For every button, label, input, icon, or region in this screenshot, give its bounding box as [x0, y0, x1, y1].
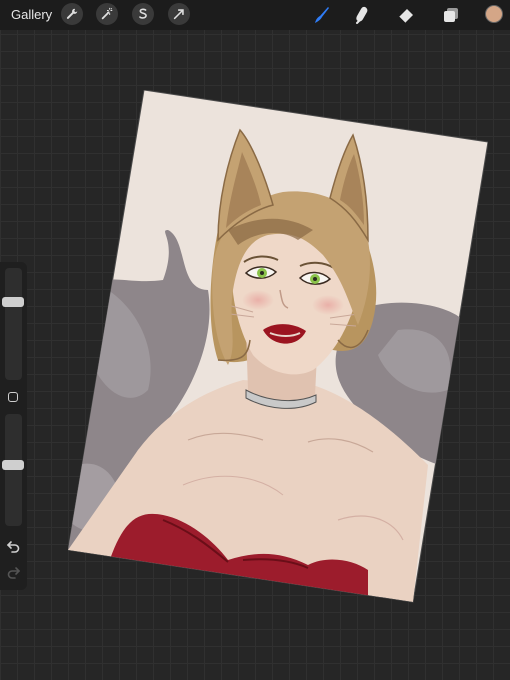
- undo-icon[interactable]: [6, 538, 21, 553]
- top-toolbar: Gallery: [0, 0, 510, 30]
- left-sidebar: [0, 262, 27, 590]
- layers-icon[interactable]: [439, 3, 463, 27]
- gallery-button[interactable]: Gallery: [11, 7, 52, 22]
- brush-size-slider[interactable]: [2, 268, 24, 380]
- redo-icon[interactable]: [6, 564, 21, 579]
- wrench-icon[interactable]: [61, 3, 83, 25]
- smudge-icon[interactable]: [351, 3, 375, 27]
- brush-size-thumb[interactable]: [2, 296, 24, 307]
- transform-arrow-icon[interactable]: [168, 3, 190, 25]
- color-swatch[interactable]: [485, 5, 503, 23]
- brush-icon[interactable]: [309, 3, 333, 27]
- opacity-thumb[interactable]: [2, 459, 24, 470]
- modify-square-icon[interactable]: [8, 392, 18, 402]
- magic-wand-icon[interactable]: [96, 3, 118, 25]
- selection-s-icon[interactable]: [132, 3, 154, 25]
- drawing-canvas[interactable]: [67, 89, 489, 605]
- opacity-slider[interactable]: [2, 414, 24, 526]
- eraser-icon[interactable]: [394, 3, 418, 27]
- artwork-illustration: [67, 89, 489, 603]
